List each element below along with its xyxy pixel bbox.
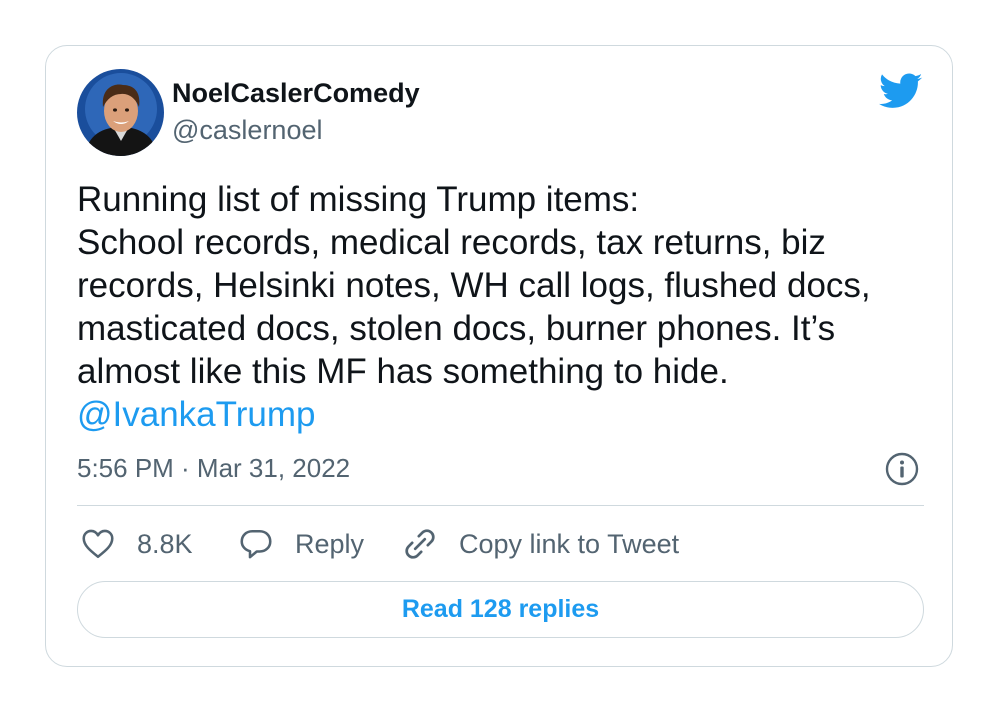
tweet-text: Running list of missing Trump items: Sch… xyxy=(77,178,927,436)
author-display-name[interactable]: NoelCaslerComedy xyxy=(172,78,420,109)
tweet-line: Running list of missing Trump items: xyxy=(77,180,640,219)
reply-label: Reply xyxy=(295,528,365,559)
link-icon xyxy=(405,529,435,559)
heart-icon xyxy=(82,529,114,559)
like-button[interactable]: 8.8K xyxy=(80,524,193,564)
tweet-line: records, Helsinki notes, WH call logs, f… xyxy=(77,266,871,305)
read-replies-button[interactable]: Read 128 replies xyxy=(77,581,924,638)
info-icon[interactable] xyxy=(885,452,919,486)
copy-link-label: Copy link to Tweet xyxy=(459,528,680,559)
tweet-line: masticated docs, stolen docs, burner pho… xyxy=(77,309,836,348)
twitter-bird-icon[interactable] xyxy=(879,73,923,110)
reply-button[interactable]: Reply xyxy=(238,524,364,564)
mention-link[interactable]: @IvankaTrump xyxy=(77,393,927,436)
author-handle[interactable]: @caslernoel xyxy=(172,115,322,146)
tweet-card: NoelCaslerComedy @caslernoel Running lis… xyxy=(45,45,953,667)
tweet-line: almost like this MF has something to hid… xyxy=(77,352,729,391)
speech-bubble-icon xyxy=(240,529,272,559)
copy-link-button[interactable]: Copy link to Tweet xyxy=(402,524,679,564)
profile-photo xyxy=(77,69,164,156)
avatar[interactable] xyxy=(77,69,164,156)
divider xyxy=(77,505,924,506)
tweet-timestamp[interactable]: 5:56 PM · Mar 31, 2022 xyxy=(77,453,350,484)
tweet-line: School records, medical records, tax ret… xyxy=(77,223,826,262)
like-count: 8.8K xyxy=(137,528,193,559)
